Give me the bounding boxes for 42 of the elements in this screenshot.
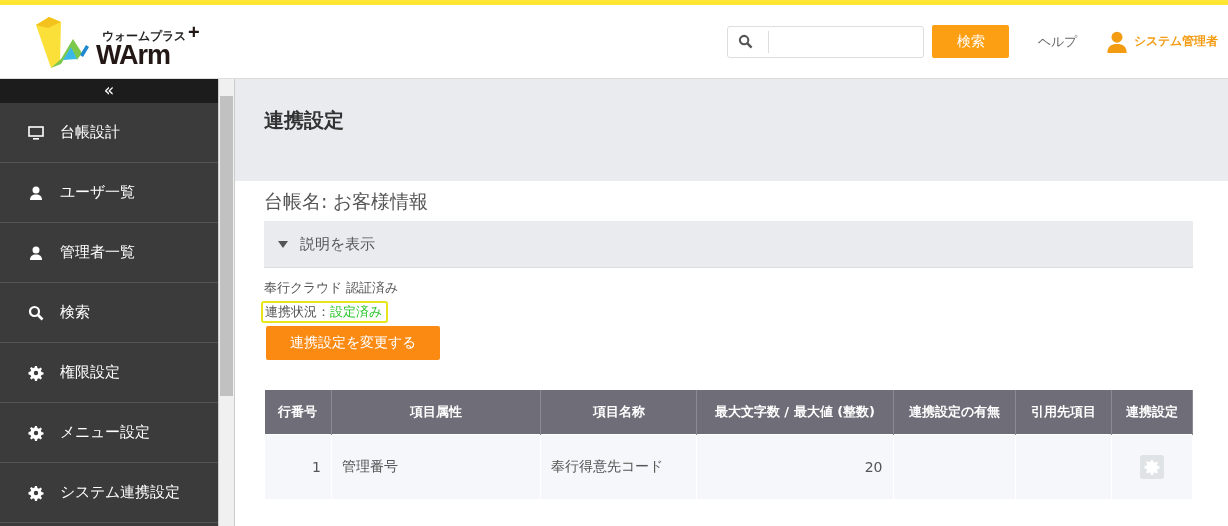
link-status: 連携状況：設定済み	[261, 301, 388, 323]
user-icon	[28, 244, 44, 261]
sidebar-item-label: 権限設定	[60, 363, 120, 382]
table-cell: 奉行得意先コード	[540, 434, 697, 500]
logo-kana: ウォームプラス	[102, 29, 186, 42]
logo-plus: +	[188, 20, 200, 44]
ledger-name: 台帳名: お客様情報	[264, 189, 430, 214]
sidebar-item-label: 管理者一覧	[60, 243, 135, 262]
search-icon	[28, 304, 44, 321]
help-link[interactable]: ヘルプ	[1038, 32, 1077, 51]
caret-icon	[278, 240, 288, 248]
column-header: 引用先項目	[1015, 390, 1112, 435]
user-icon	[1106, 30, 1128, 53]
sidebar-item-label: システム連携設定	[60, 483, 180, 502]
auth-status-text: 奉行クラウド 認証済み	[264, 279, 400, 297]
page-title: 連携設定	[264, 107, 345, 134]
settings-button[interactable]	[1139, 455, 1164, 479]
gear-icon	[28, 364, 44, 381]
search-icon	[738, 34, 753, 49]
column-header: 最大文字数 / 最大値 (整数)	[696, 390, 893, 435]
user-icon	[28, 184, 44, 201]
sidebar-item-label: 台帳設計	[60, 123, 120, 142]
monitor-icon	[28, 124, 44, 141]
sidebar-item-label: ユーザ一覧	[60, 183, 135, 202]
table-cell: 20	[696, 434, 893, 500]
description-toggle[interactable]: 説明を表示	[264, 221, 1193, 268]
column-header: 項目名称	[540, 390, 697, 435]
column-header: 連携設定の有無	[893, 390, 1016, 435]
sidebar-item-label: 検索	[60, 303, 90, 322]
logo-text: WArm	[96, 41, 170, 69]
column-header: 連携設定	[1111, 390, 1193, 435]
collapse-button[interactable]: «	[0, 79, 218, 103]
gear-icon	[28, 424, 44, 441]
gear-icon	[28, 484, 44, 501]
column-header: 行番号	[264, 390, 332, 435]
gear-icon	[1143, 459, 1160, 475]
sidebar-item-label: メニュー設定	[60, 423, 150, 442]
scrollbar[interactable]	[218, 79, 235, 526]
table-cell: 管理番号	[331, 434, 541, 500]
column-header: 項目属性	[331, 390, 541, 435]
search-field[interactable]	[727, 25, 924, 58]
table-cell: 1	[264, 434, 332, 500]
